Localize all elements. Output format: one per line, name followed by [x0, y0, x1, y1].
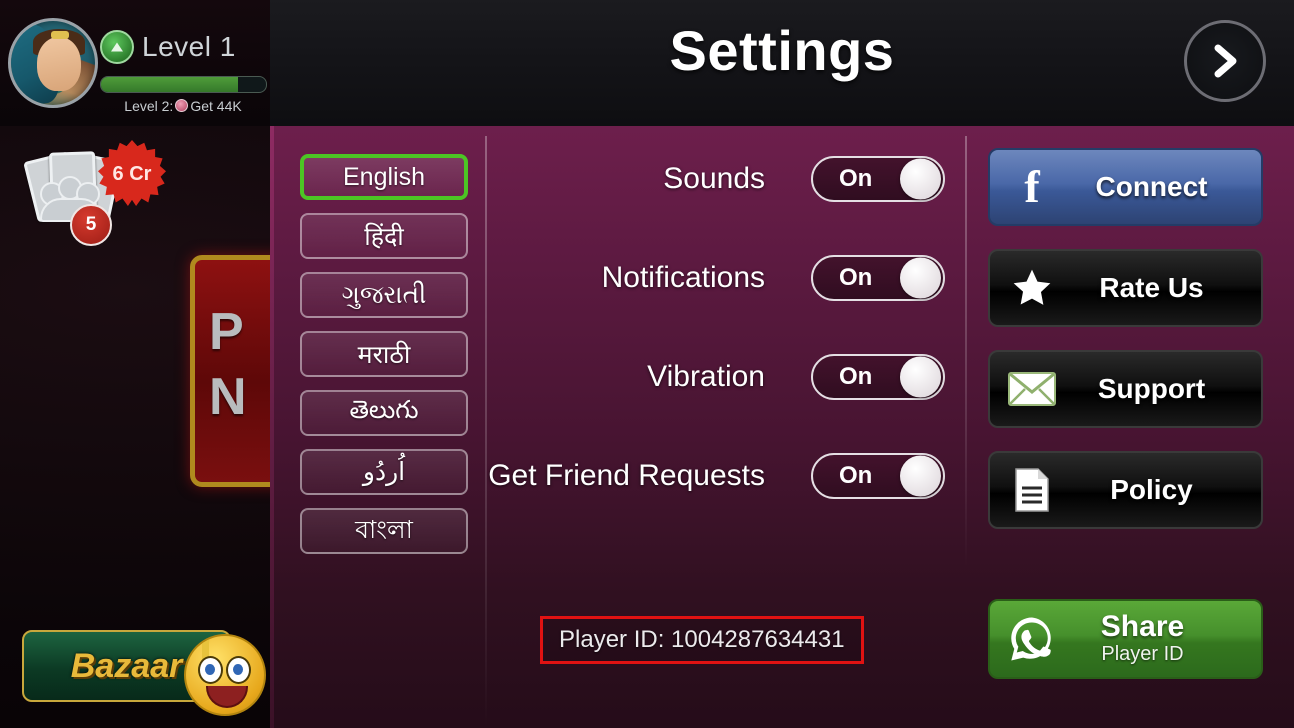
support-button[interactable]: Support [988, 350, 1263, 428]
star-icon [1008, 264, 1056, 312]
language-label: हिंदी [364, 223, 404, 251]
facebook-icon: f [1008, 163, 1056, 211]
toggle-get-friend-requests[interactable]: On [811, 453, 945, 499]
avatar-jewel [51, 31, 69, 39]
game-screen: PN Level 1 Level 2: Get 44K 5 6 Cr Bazaa… [0, 0, 1294, 728]
toggle-knob [900, 356, 941, 398]
option-row: Sounds On [485, 154, 965, 204]
player-hud: Level 1 Level 2: Get 44K [0, 0, 270, 126]
settings-body: English हिंदी ગુજરાતી मराठी తెలుగు اُردُو বাংল… [270, 126, 1294, 728]
share-title: Share [1100, 610, 1185, 644]
policy-button[interactable]: Policy [988, 451, 1263, 529]
chevron-right-icon [1214, 44, 1237, 78]
toggle-state-label: On [839, 165, 873, 192]
envelope-icon [1008, 372, 1056, 406]
page-title: Settings [669, 19, 895, 82]
language-label: मराठी [357, 341, 411, 369]
option-row: Vibration On [485, 352, 965, 402]
share-subtitle: Player ID [1101, 642, 1184, 665]
facebook-icon: f [1024, 161, 1040, 212]
rate-us-button[interactable]: Rate Us [988, 249, 1263, 327]
language-option-7[interactable]: বাংলা [300, 508, 468, 554]
toggle-notifications[interactable]: On [811, 255, 945, 301]
option-label: Sounds [663, 162, 765, 195]
toggle-knob [900, 257, 941, 299]
action-label: Connect [1095, 171, 1208, 202]
whatsapp-icon [1008, 615, 1056, 663]
options-list: Sounds On Notifications On Vibration On Get Fr… [485, 154, 965, 550]
divider-right [965, 136, 967, 568]
language-label: ગુજરાતી [341, 280, 427, 309]
settings-header: Settings [270, 0, 1294, 128]
level-up-arrow-icon [100, 30, 134, 64]
language-option-2[interactable]: हिंदी [300, 213, 468, 259]
toggle-vibration[interactable]: On [811, 354, 945, 400]
smiley-mascot-icon [184, 634, 266, 716]
language-list: English हिंदी ગુજરાતી मराठी తెలుగు اُردُو বাংল… [300, 154, 468, 554]
next-level-caption: Level 2: Get 44K [100, 98, 266, 114]
option-row: Get Friend Requests On [485, 451, 965, 501]
avatar-face [37, 37, 81, 91]
option-label: Vibration [647, 360, 765, 393]
document-icon [1015, 468, 1049, 512]
share-player-id-button[interactable]: Share Player ID [988, 599, 1263, 679]
toggle-state-label: On [839, 363, 873, 390]
language-label: বাংলা [355, 515, 413, 544]
settings-overlay: Settings English हिंदी ગુજરાતી मराठी తెలుగు ا… [270, 0, 1294, 728]
next-level-suffix: Get 44K [190, 98, 242, 114]
language-option-6[interactable]: اُردُو [300, 449, 468, 495]
chip-icon [175, 99, 189, 112]
bazaar-area: Bazaar [8, 620, 270, 716]
language-option-5[interactable]: తెలుగు [300, 390, 468, 436]
bazaar-label: Bazaar [70, 646, 183, 685]
action-label: Support [1097, 373, 1206, 404]
toggle-knob [900, 158, 941, 200]
action-label: Policy [1110, 474, 1193, 505]
language-option-1[interactable]: English [300, 154, 468, 200]
whatsapp-icon [1011, 617, 1051, 661]
language-label: English [343, 162, 425, 191]
language-option-3[interactable]: ગુજરાતી [300, 272, 468, 318]
next-level-prefix: Level 2: [124, 98, 174, 114]
action-label: Rate Us [1099, 272, 1204, 303]
hidden-panel-text: PN [209, 303, 247, 426]
level-label: Level 1 [142, 31, 236, 62]
option-row: Notifications On [485, 253, 965, 303]
envelope-icon [1008, 365, 1056, 413]
toggle-state-label: On [839, 264, 873, 291]
connect-button[interactable]: f Connect [988, 148, 1263, 226]
avatar[interactable] [8, 18, 98, 108]
toggle-state-label: On [839, 462, 873, 489]
close-settings-button[interactable] [1184, 20, 1266, 102]
option-label: Get Friend Requests [488, 459, 765, 492]
toggle-sounds[interactable]: On [811, 156, 945, 202]
language-option-4[interactable]: मराठी [300, 331, 468, 377]
xp-progress-fill [101, 77, 238, 92]
players-count-badge: 5 [70, 204, 112, 246]
toggle-knob [900, 455, 941, 497]
language-label: اُردُو [362, 458, 406, 486]
level-row: Level 1 [100, 30, 236, 64]
option-label: Notifications [601, 261, 765, 294]
actions-list: f Connect Rate Us Support Policy Share Player … [988, 148, 1263, 702]
language-label: తెలుగు [349, 395, 419, 424]
xp-progress-bar [100, 76, 267, 93]
document-icon [1008, 466, 1056, 514]
player-id-label: Player ID: 1004287634431 [540, 616, 864, 664]
star-icon [1013, 269, 1051, 305]
